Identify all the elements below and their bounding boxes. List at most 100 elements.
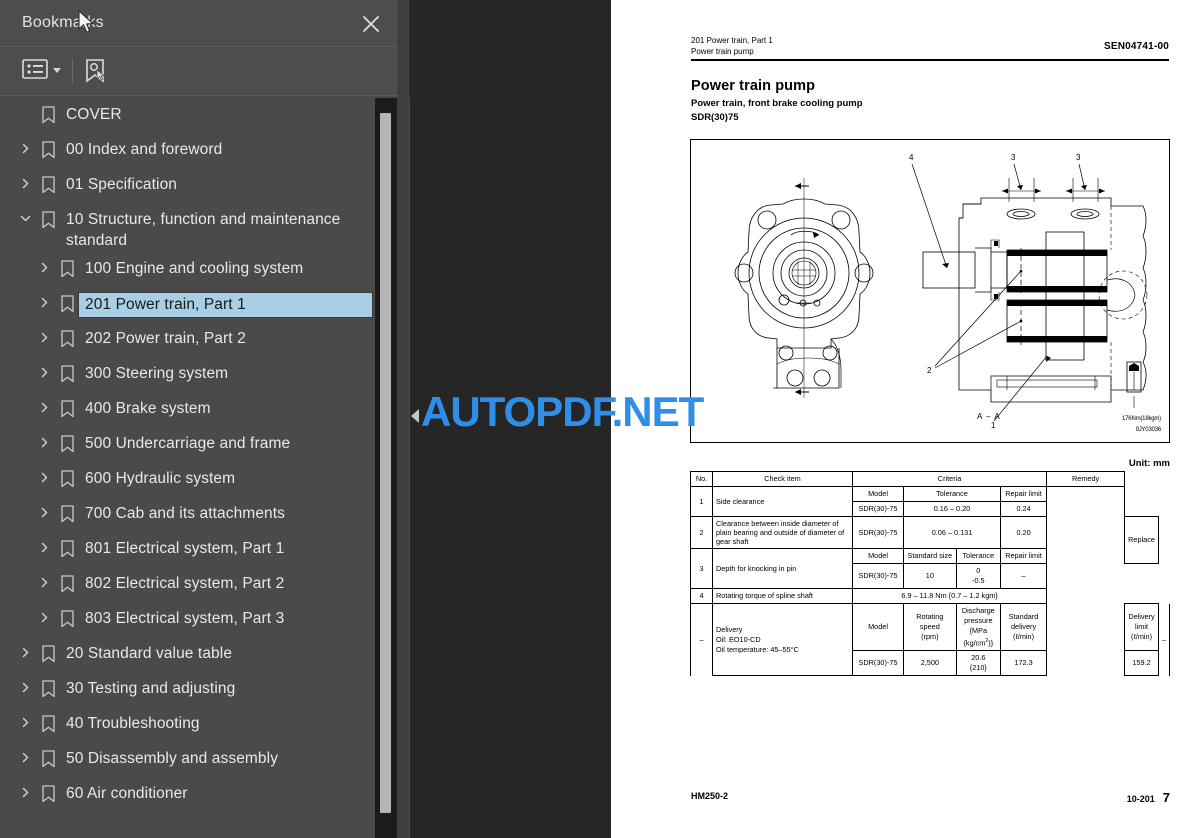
disch-l1: Discharge [961,606,995,615]
pressure-mpa: 20.6 [971,653,986,663]
disch-l4-text: (kg/cm [963,638,986,648]
chevron-down-icon[interactable] [14,209,36,225]
bookmark-item[interactable]: 60 Air conditioner [0,776,380,811]
bookmark-item[interactable]: 500 Undercarriage and frame [0,426,380,461]
col-header-remedy: Remedy [1046,471,1126,487]
bookmark-item[interactable]: 300 Steering system [0,356,380,391]
bookmark-icon [36,783,60,803]
document-code: SEN04741-00 [1103,41,1169,52]
close-icon[interactable] [358,11,384,37]
running-header-line1: 201 Power train, Part 1 [691,36,773,45]
bookmark-item[interactable]: 700 Cab and its attachments [0,496,380,531]
table-header-row: No. Check item Criteria Remedy [690,471,1170,487]
bookmark-item[interactable]: 00 Index and foreword [0,132,380,167]
row2-remedy: Replace [1124,516,1159,564]
chevron-right-icon[interactable] [14,678,36,694]
bookmark-item-label: COVER [66,106,122,123]
bookmark-item[interactable]: 10 Structure, function and maintenance s… [0,202,380,251]
chevron-right-icon[interactable] [33,433,55,449]
row3-tolerance: 0 -0.5 [955,563,1001,589]
chevron-right-icon[interactable] [33,293,55,309]
bookmark-icon [55,608,79,628]
bookmark-item[interactable]: 801 Electrical system, Part 1 [0,531,380,566]
bookmark-item[interactable]: 400 Brake system [0,391,380,426]
chevron-right-icon[interactable] [33,468,55,484]
std-l1: Standard [1008,612,1039,622]
bookmark-item[interactable]: 30 Testing and adjusting [0,671,380,706]
row1-sub-tolerance: Tolerance [903,486,1001,502]
row5-item-line3: Oil temperature: 45–55°C [716,644,799,654]
chevron-right-icon[interactable] [33,398,55,414]
page-running-header: 201 Power train, Part 1 Power train pump… [691,36,1169,57]
row3-no: 3 [690,548,713,589]
row5-item-line2: Oil: EO10-CD [716,634,761,644]
bookmark-item-label: 20 Standard value table [66,645,233,662]
new-bookmark-icon[interactable] [82,58,108,89]
row3-model: SDR(30)-75 [851,563,905,589]
bookmark-item[interactable]: 600 Hydraulic system [0,461,380,496]
svg-text:3: 3 [1011,153,1016,162]
bookmark-item[interactable]: 201 Power train, Part 1 [0,286,380,321]
footer-page-number: 7 [1162,790,1170,805]
chevron-right-icon[interactable] [33,328,55,344]
chevron-right-icon[interactable] [33,503,55,519]
bookmarks-scrollbar-thumb[interactable] [380,113,391,813]
disch-l2: pressure [964,616,993,625]
bookmark-item-label: 500 Undercarriage and frame [85,435,291,452]
chevron-right-icon[interactable] [14,783,36,799]
bookmark-item[interactable]: COVER [0,97,380,132]
remedy-cell-blank [1046,486,1126,564]
bookmarks-panel: Bookmarks COVER 00 Index and foreword 01… [0,0,410,838]
row5-rotating-speed: 2,500 [903,650,957,677]
watermark: AUTOPDF.NET [421,388,704,435]
row1-no: 1 [690,486,713,517]
row4-no: 4 [690,588,713,604]
chevron-right-icon[interactable] [14,139,36,155]
pump-assembly-drawing: 4 3 3 2 1 [734,153,1148,430]
bookmark-item[interactable]: 100 Engine and cooling system [0,251,380,286]
bookmark-icon [36,748,60,768]
bookmark-icon [36,713,60,733]
bookmark-item[interactable]: 01 Specification [0,167,380,202]
bookmark-item[interactable]: 20 Standard value table [0,636,380,671]
dlim-l3: (ℓ/min) [1131,632,1153,642]
collapse-panel-arrow-icon[interactable] [411,409,419,423]
bookmark-item-label: 801 Electrical system, Part 1 [85,540,285,557]
chevron-right-icon[interactable] [33,608,55,624]
svg-text:3: 3 [1076,153,1081,162]
row1-sub-repair-limit: Repair limit [999,486,1048,502]
row5-remedy: – [1157,603,1171,676]
chevron-right-icon[interactable] [33,573,55,589]
remedy-cell-empty-lower [1047,564,1125,676]
bookmark-item[interactable]: 802 Electrical system, Part 2 [0,566,380,601]
col-header-check-item: Check item [712,471,853,487]
bookmarks-scrollbar[interactable] [375,98,397,838]
row5-sub-rotating-speed: Rotating speed (rpm) [903,602,957,652]
bookmark-item[interactable]: 40 Troubleshooting [0,706,380,741]
chevron-right-icon[interactable] [14,174,36,190]
chevron-right-icon[interactable] [33,363,55,379]
bookmark-item[interactable]: 803 Electrical system, Part 3 [0,601,380,636]
bookmark-icon [55,293,79,313]
row1-model: SDR(30)-75 [851,501,905,517]
chevron-right-icon[interactable] [33,258,55,274]
bookmarks-tree[interactable]: COVER 00 Index and foreword 01 Specificati… [0,97,410,838]
chevron-right-icon[interactable] [33,538,55,554]
svg-text:2: 2 [927,366,932,375]
chevron-right-icon[interactable] [14,713,36,729]
row3-repair-limit: – [999,563,1048,589]
bookmark-item[interactable]: 202 Power train, Part 2 [0,321,380,356]
dlim-l1: Delivery [1128,612,1155,622]
row3-sub-tolerance: Tolerance [955,548,1001,564]
toolbar-divider [72,59,73,83]
page-subtitle-2: SDR(30)75 [691,112,739,123]
row3-check-item: Depth for knocking in pin [712,548,853,589]
list-options-icon[interactable] [22,58,61,80]
pressure-kgcm2: {210} [969,663,987,673]
torque-note: 176Nm{18kgm} [1122,416,1161,422]
dlim-l2: limit [1135,622,1148,632]
bookmark-item[interactable]: 50 Disassembly and assembly [0,741,380,776]
chevron-right-icon[interactable] [14,643,36,659]
footer-right: 10-201 7 [1127,790,1170,805]
chevron-right-icon[interactable] [14,748,36,764]
